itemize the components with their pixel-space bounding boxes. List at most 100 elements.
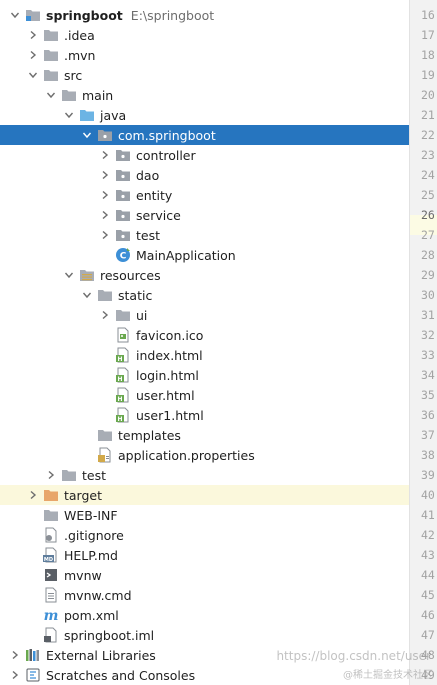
tree-row-pom-xml[interactable]: m pom.xml bbox=[0, 605, 409, 625]
tree-row-test-pkg[interactable]: test bbox=[0, 225, 409, 245]
tree-label: entity bbox=[136, 187, 173, 203]
line-number: 46 bbox=[421, 608, 435, 622]
iml-file-icon bbox=[43, 627, 59, 643]
chevron-down-icon[interactable] bbox=[9, 9, 21, 21]
line-number: 38 bbox=[421, 448, 435, 462]
tree-row-mainapplication[interactable]: C MainApplication bbox=[0, 245, 409, 265]
tree-row-springboot-iml[interactable]: springboot.iml bbox=[0, 625, 409, 645]
tree-row-com-springboot[interactable]: com.springboot bbox=[0, 125, 409, 145]
tree-row-controller[interactable]: controller bbox=[0, 145, 409, 165]
folder-icon bbox=[97, 427, 113, 443]
tree-row-index-html[interactable]: Hindex.html bbox=[0, 345, 409, 365]
chevron-down-icon[interactable] bbox=[45, 89, 57, 101]
editor-gutter: 16 17 18 19 20 21 22 23 24 25 26 27 28 29 30 31 32 33 34 35… bbox=[409, 0, 437, 685]
package-icon bbox=[115, 187, 131, 203]
tree-row-mvn[interactable]: .mvn bbox=[0, 45, 409, 65]
tree-row-src[interactable]: src bbox=[0, 65, 409, 85]
chevron-right-icon[interactable] bbox=[27, 49, 39, 61]
resources-folder-icon bbox=[79, 267, 95, 283]
tree-row-app-properties[interactable]: application.properties bbox=[0, 445, 409, 465]
line-number: 16 bbox=[421, 8, 435, 22]
text-file-icon bbox=[43, 587, 59, 603]
markdown-file-icon: MD bbox=[43, 547, 59, 563]
tree-row-entity[interactable]: entity bbox=[0, 185, 409, 205]
tree-row-user1-html[interactable]: Huser1.html bbox=[0, 405, 409, 425]
libraries-icon bbox=[25, 647, 41, 663]
tree-row-help-md[interactable]: MD HELP.md bbox=[0, 545, 409, 565]
tree-row-dao[interactable]: dao bbox=[0, 165, 409, 185]
tree-row-main[interactable]: main bbox=[0, 85, 409, 105]
tree-row-ui[interactable]: ui bbox=[0, 305, 409, 325]
html-file-icon: H bbox=[115, 387, 131, 403]
chevron-right-icon[interactable] bbox=[27, 29, 39, 41]
line-number: 30 bbox=[421, 288, 435, 302]
tree-label: .gitignore bbox=[64, 527, 124, 543]
folder-icon bbox=[97, 287, 113, 303]
chevron-right-icon[interactable] bbox=[99, 209, 111, 221]
svg-text:MD: MD bbox=[44, 557, 53, 563]
chevron-right-icon[interactable] bbox=[99, 169, 111, 181]
tree-row-favicon[interactable]: favicon.ico bbox=[0, 325, 409, 345]
project-tree[interactable]: springboot E:\springboot .idea .mvn src main j… bbox=[0, 0, 409, 685]
tree-row-templates[interactable]: templates bbox=[0, 425, 409, 445]
tree-label: target bbox=[64, 487, 103, 503]
watermark-footer: @稀土掘金技术社区 bbox=[343, 670, 433, 681]
folder-icon bbox=[43, 67, 59, 83]
svg-text:H: H bbox=[117, 356, 122, 363]
tree-row-static[interactable]: static bbox=[0, 285, 409, 305]
tree-label: favicon.ico bbox=[136, 327, 204, 343]
tree-row-user-html[interactable]: Huser.html bbox=[0, 385, 409, 405]
tree-row-web-inf[interactable]: WEB-INF bbox=[0, 505, 409, 525]
tree-row-mvnw[interactable]: mvnw bbox=[0, 565, 409, 585]
tree-row-login-html[interactable]: Hlogin.html bbox=[0, 365, 409, 385]
tree-label: templates bbox=[118, 427, 181, 443]
chevron-right-icon[interactable] bbox=[99, 149, 111, 161]
folder-icon bbox=[43, 507, 59, 523]
tree-label: mvnw.cmd bbox=[64, 587, 132, 603]
tree-row-gitignore[interactable]: .gitignore bbox=[0, 525, 409, 545]
line-number: 41 bbox=[421, 508, 435, 522]
tree-label: External Libraries bbox=[46, 647, 156, 663]
tree-row-resources[interactable]: resources bbox=[0, 265, 409, 285]
tree-row-test[interactable]: test bbox=[0, 465, 409, 485]
line-number: 18 bbox=[421, 48, 435, 62]
line-number: 21 bbox=[421, 108, 435, 122]
svg-text:H: H bbox=[117, 376, 122, 383]
tree-label: test bbox=[136, 227, 161, 243]
chevron-right-icon[interactable] bbox=[45, 469, 57, 481]
chevron-right-icon[interactable] bbox=[27, 489, 39, 501]
chevron-down-icon[interactable] bbox=[63, 109, 75, 121]
package-icon bbox=[115, 167, 131, 183]
tree-row-service[interactable]: service bbox=[0, 205, 409, 225]
tree-row-idea[interactable]: .idea bbox=[0, 25, 409, 45]
tree-row-springboot[interactable]: springboot E:\springboot bbox=[0, 5, 409, 25]
folder-icon bbox=[61, 467, 77, 483]
line-number: 40 bbox=[421, 488, 435, 502]
maven-icon: m bbox=[43, 607, 59, 623]
package-icon bbox=[115, 147, 131, 163]
chevron-down-icon[interactable] bbox=[63, 269, 75, 281]
project-path: E:\springboot bbox=[130, 7, 215, 23]
tree-label: user1.html bbox=[136, 407, 204, 423]
chevron-right-icon[interactable] bbox=[99, 189, 111, 201]
chevron-down-icon[interactable] bbox=[81, 289, 93, 301]
chevron-right-icon[interactable] bbox=[9, 649, 21, 661]
chevron-down-icon[interactable] bbox=[27, 69, 39, 81]
tree-row-java[interactable]: java bbox=[0, 105, 409, 125]
tree-label: com.springboot bbox=[118, 127, 216, 143]
tree-label: java bbox=[100, 107, 127, 123]
tree-label: MainApplication bbox=[136, 247, 236, 263]
html-file-icon: H bbox=[115, 367, 131, 383]
project-name: springboot bbox=[46, 7, 123, 23]
chevron-right-icon[interactable] bbox=[9, 669, 21, 681]
script-file-icon bbox=[43, 567, 59, 583]
line-number: 33 bbox=[421, 348, 435, 362]
chevron-right-icon[interactable] bbox=[99, 309, 111, 321]
tree-label: login.html bbox=[136, 367, 199, 383]
chevron-right-icon[interactable] bbox=[99, 229, 111, 241]
tree-row-target[interactable]: target bbox=[0, 485, 409, 505]
line-number: 29 bbox=[421, 268, 435, 282]
tree-row-mvnw-cmd[interactable]: mvnw.cmd bbox=[0, 585, 409, 605]
line-number: 31 bbox=[421, 308, 435, 322]
chevron-down-icon[interactable] bbox=[81, 129, 93, 141]
